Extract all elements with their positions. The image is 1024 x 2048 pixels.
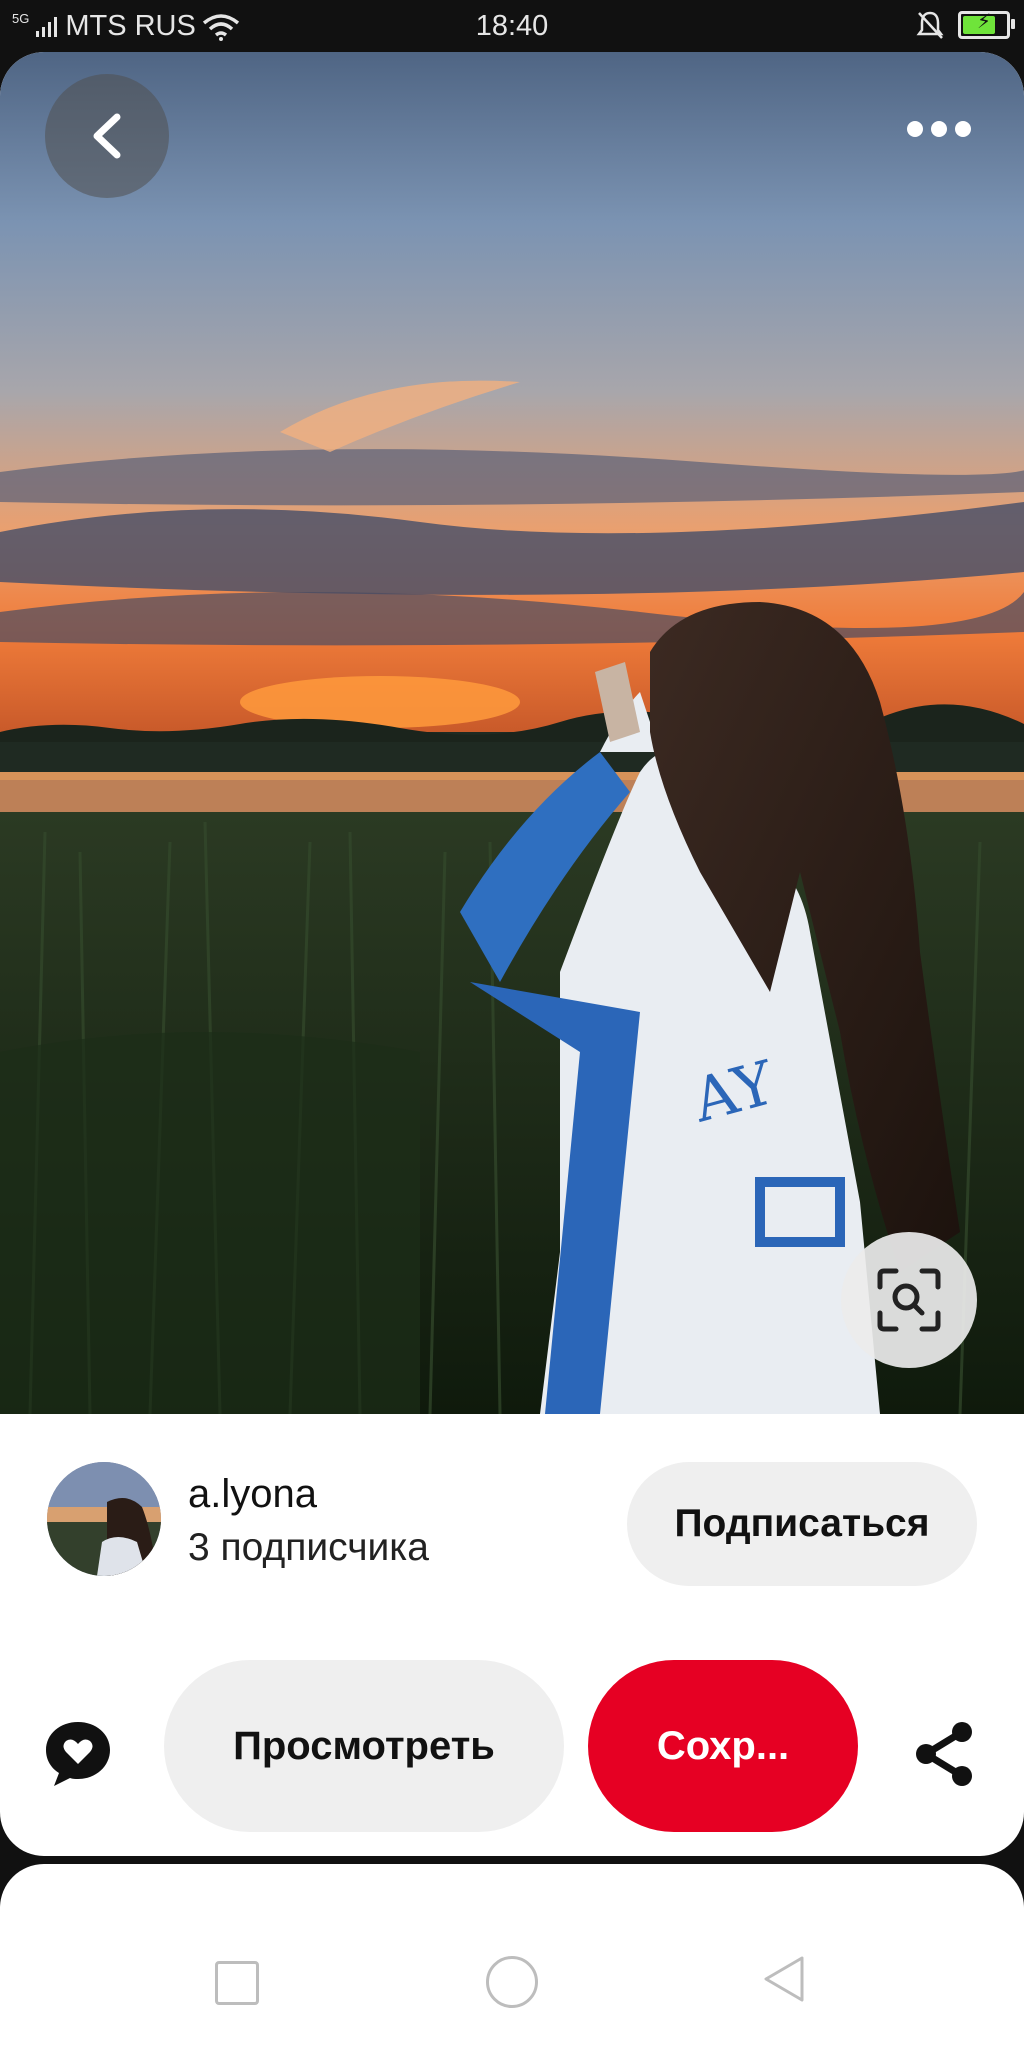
more-options-button[interactable] bbox=[894, 104, 984, 154]
more-dots-icon bbox=[907, 121, 923, 137]
visual-search-button[interactable] bbox=[841, 1232, 977, 1368]
home-icon[interactable] bbox=[486, 1956, 538, 2008]
more-dots-icon bbox=[955, 121, 971, 137]
mute-bell-icon bbox=[916, 11, 944, 39]
recents-icon[interactable] bbox=[215, 1961, 259, 2005]
pin-card: AY a.lyona 3 подписчика Подписаться Прос… bbox=[0, 52, 1024, 1856]
follow-button[interactable]: Подписаться bbox=[627, 1462, 977, 1586]
lens-search-icon bbox=[877, 1268, 941, 1332]
save-button[interactable]: Сохр... bbox=[588, 1660, 858, 1832]
chevron-left-icon bbox=[93, 113, 121, 159]
battery-icon: ⚡ bbox=[958, 11, 1015, 39]
avatar-image bbox=[47, 1462, 161, 1576]
back-button[interactable] bbox=[45, 74, 169, 198]
comment-heart-icon[interactable] bbox=[42, 1718, 114, 1790]
status-right: ⚡ bbox=[916, 10, 1015, 40]
pin-image[interactable]: AY bbox=[0, 52, 1024, 1414]
pin-photo-illustration: AY bbox=[0, 52, 1024, 1414]
more-dots-icon bbox=[931, 121, 947, 137]
author-row: a.lyona 3 подписчика Подписаться bbox=[0, 1462, 1024, 1612]
author-name[interactable]: a.lyona bbox=[188, 1472, 317, 1517]
status-bar: 5G MTS RUS 18:40 ⚡ bbox=[0, 0, 1024, 52]
back-triangle-icon[interactable] bbox=[762, 1954, 806, 2004]
author-subscribers: 3 подписчика bbox=[188, 1526, 429, 1569]
clock: 18:40 bbox=[475, 10, 549, 42]
system-nav-bar bbox=[0, 1912, 1024, 2048]
share-icon[interactable] bbox=[908, 1718, 980, 1790]
avatar[interactable] bbox=[47, 1462, 161, 1576]
view-button[interactable]: Просмотреть bbox=[164, 1660, 564, 1832]
charging-bolt-icon: ⚡ bbox=[976, 11, 992, 33]
action-row: Просмотреть Сохр... bbox=[0, 1660, 1024, 1840]
